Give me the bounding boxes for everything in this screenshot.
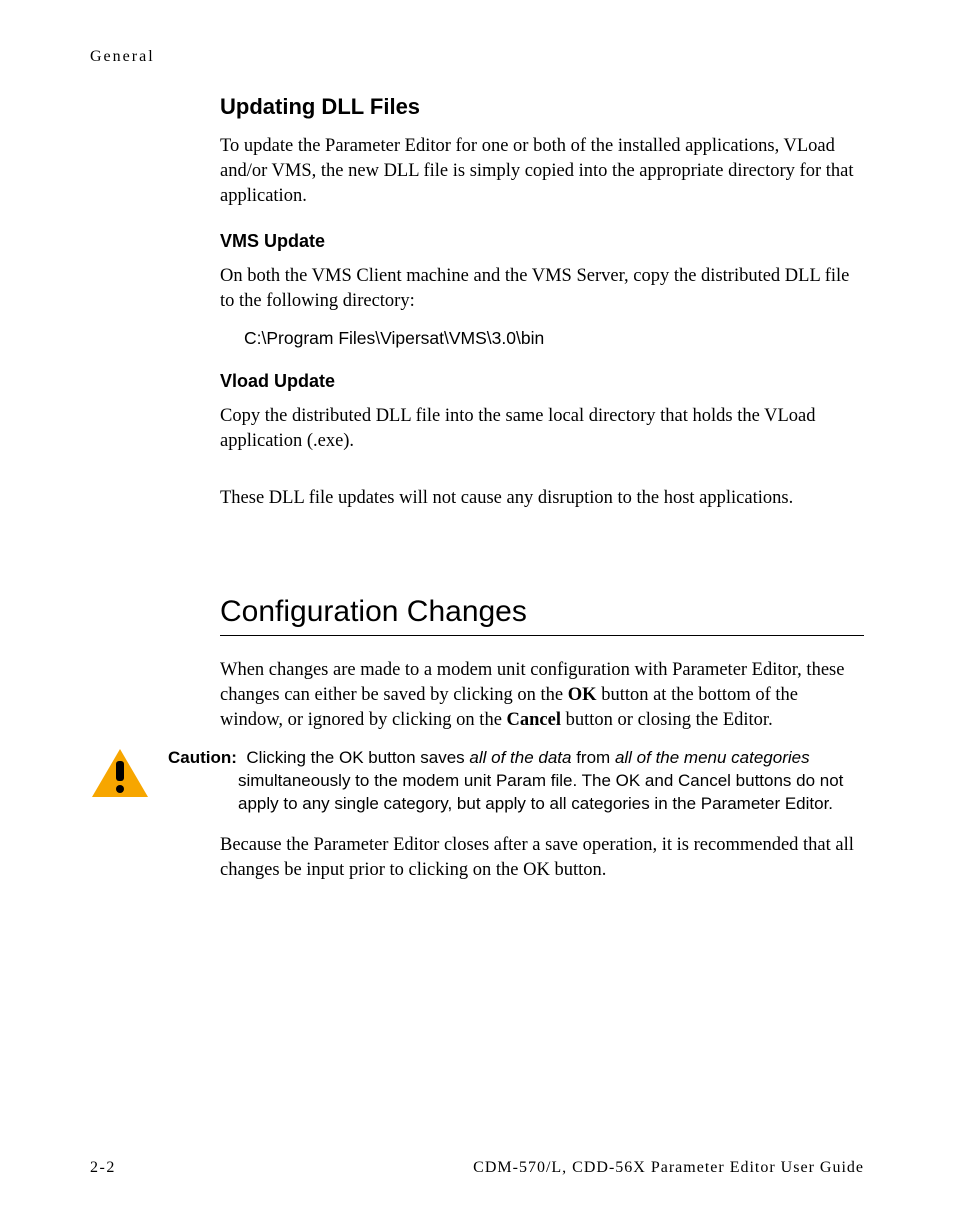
footer-doc-title: CDM-570/L, CDD-56X Parameter Editor User…: [473, 1159, 864, 1177]
body-vload: Copy the distributed DLL file into the s…: [220, 404, 864, 454]
ok-bold: OK: [568, 685, 597, 705]
running-header: General: [90, 48, 864, 66]
caution-part1: Clicking the OK button saves: [246, 748, 469, 767]
caution-em1: all of the data: [469, 748, 571, 767]
caution-text: Caution: Clicking the OK button saves al…: [168, 747, 864, 816]
cancel-bold: Cancel: [507, 710, 561, 730]
heading-updating-dll: Updating DLL Files: [220, 94, 864, 120]
vms-path: C:\Program Files\Vipersat\VMS\3.0\bin: [244, 328, 864, 349]
page-footer: 2-2 CDM-570/L, CDD-56X Parameter Editor …: [90, 1159, 864, 1177]
caution-em2: all of the menu categories: [615, 748, 810, 767]
heading-vms-update: VMS Update: [220, 231, 864, 252]
caution-part2: from: [571, 748, 614, 767]
body-intro: To update the Parameter Editor for one o…: [220, 134, 864, 209]
body-closing: These DLL file updates will not cause an…: [220, 486, 864, 511]
caution-part3: simultaneously to the modem unit Param f…: [238, 770, 864, 816]
heading-config-changes: Configuration Changes: [220, 595, 864, 629]
text-span: button or closing the Editor.: [561, 710, 773, 730]
body-config-closing: Because the Parameter Editor closes afte…: [220, 833, 864, 883]
body-vms: On both the VMS Client machine and the V…: [220, 264, 864, 314]
caution-icon: [90, 747, 150, 804]
heading-rule: [220, 635, 864, 636]
caution-label: Caution:: [168, 748, 237, 767]
heading-vload-update: Vload Update: [220, 371, 864, 392]
footer-page-number: 2-2: [90, 1159, 116, 1177]
caution-block: Caution: Clicking the OK button saves al…: [90, 747, 864, 816]
body-config-intro: When changes are made to a modem unit co…: [220, 658, 864, 733]
